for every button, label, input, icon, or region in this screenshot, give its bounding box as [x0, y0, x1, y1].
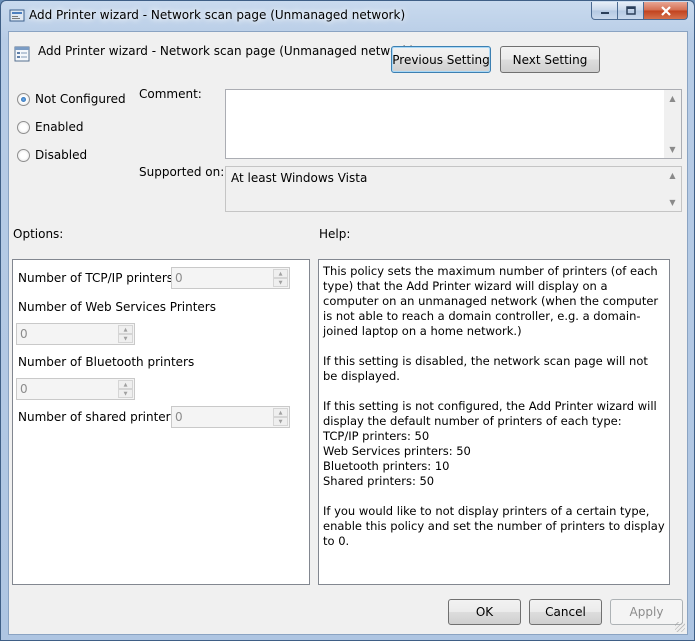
supported-scrollbar[interactable]: ▲ ▼: [664, 167, 681, 211]
options-heading: Options:: [13, 227, 64, 241]
cancel-button[interactable]: Cancel: [529, 599, 602, 625]
spin-up-icon[interactable]: ▲: [273, 408, 288, 417]
spinner-arrows[interactable]: ▲ ▼: [273, 408, 288, 426]
tcpip-value: 0: [175, 271, 183, 285]
radio-disabled[interactable]: Disabled: [17, 148, 87, 162]
shared-value: 0: [175, 410, 183, 424]
web-services-spinner[interactable]: 0 ▲ ▼: [16, 323, 135, 345]
bluetooth-spinner[interactable]: 0 ▲ ▼: [16, 378, 135, 400]
options-panel: Number of TCP/IP printers 0 ▲ ▼ Number of…: [12, 259, 310, 585]
help-paragraph: This policy sets the maximum number of p…: [323, 264, 659, 338]
scroll-down-icon[interactable]: ▼: [664, 194, 681, 211]
maximize-icon: [625, 6, 636, 15]
comment-field[interactable]: ▲ ▼: [225, 89, 682, 159]
minimize-icon: [600, 11, 609, 14]
minimize-button[interactable]: [591, 2, 618, 20]
shared-spinner[interactable]: 0 ▲ ▼: [171, 406, 290, 428]
comment-scrollbar[interactable]: ▲ ▼: [664, 90, 681, 158]
radio-enabled[interactable]: Enabled: [17, 120, 84, 134]
bluetooth-value: 0: [20, 382, 28, 396]
radio-not-configured[interactable]: Not Configured: [17, 92, 126, 106]
comment-label: Comment:: [139, 87, 202, 101]
dialog-window: Add Printer wizard - Network scan page (…: [0, 0, 695, 641]
spin-down-icon[interactable]: ▼: [273, 278, 288, 287]
spinner-arrows[interactable]: ▲ ▼: [118, 380, 133, 398]
radio-unselected-icon: [17, 120, 30, 134]
spin-down-icon[interactable]: ▼: [118, 389, 133, 398]
spin-down-icon[interactable]: ▼: [118, 334, 133, 343]
spin-up-icon[interactable]: ▲: [273, 269, 288, 278]
dialog-client-area: Add Printer wizard - Network scan page (…: [8, 31, 688, 635]
spinner-arrows[interactable]: ▲ ▼: [118, 325, 133, 343]
bluetooth-label: Number of Bluetooth printers: [18, 355, 195, 369]
close-button[interactable]: [644, 2, 688, 20]
apply-button[interactable]: Apply: [610, 599, 683, 625]
next-setting-button[interactable]: Next Setting: [500, 46, 600, 73]
scroll-up-icon[interactable]: ▲: [664, 167, 681, 184]
help-paragraph: If this setting is disabled, the network…: [323, 354, 648, 383]
help-paragraph: If you would like to not display printer…: [323, 504, 665, 548]
close-icon: [660, 5, 671, 16]
radio-selected-icon: [17, 92, 30, 106]
supported-on-value: At least Windows Vista: [231, 171, 368, 185]
radio-not-configured-label: Not Configured: [35, 92, 126, 106]
window-controls: [591, 2, 688, 20]
help-list-item: Web Services printers: 50: [323, 444, 471, 458]
setting-icon: [14, 46, 30, 62]
help-paragraph: If this setting is not configured, the A…: [323, 399, 657, 428]
ok-button[interactable]: OK: [448, 599, 521, 625]
radio-unselected-icon: [17, 148, 30, 162]
radio-disabled-label: Disabled: [35, 148, 88, 162]
spinner-arrows[interactable]: ▲ ▼: [273, 269, 288, 287]
supported-on-label: Supported on:: [139, 165, 225, 179]
web-services-label: Number of Web Services Printers: [18, 300, 216, 314]
shared-label: Number of shared printers: [18, 410, 177, 424]
scroll-up-icon[interactable]: ▲: [664, 90, 681, 107]
supported-on-field[interactable]: At least Windows Vista ▲ ▼: [225, 166, 682, 212]
spin-down-icon[interactable]: ▼: [273, 417, 288, 426]
help-heading: Help:: [319, 227, 351, 241]
previous-setting-button[interactable]: Previous Setting: [391, 46, 491, 73]
resize-grip[interactable]: [675, 622, 685, 632]
tcpip-spinner[interactable]: 0 ▲ ▼: [171, 267, 290, 289]
help-list-item: TCP/IP printers: 50: [323, 429, 430, 443]
spin-up-icon[interactable]: ▲: [118, 380, 133, 389]
help-list-item: Bluetooth printers: 10: [323, 459, 450, 473]
policy-editor-icon: [9, 9, 25, 22]
title-bar[interactable]: Add Printer wizard - Network scan page (…: [1, 1, 694, 31]
setting-title: Add Printer wizard - Network scan page (…: [38, 44, 415, 58]
scroll-down-icon[interactable]: ▼: [664, 141, 681, 158]
window-title: Add Printer wizard - Network scan page (…: [29, 8, 406, 22]
radio-enabled-label: Enabled: [35, 120, 84, 134]
spin-up-icon[interactable]: ▲: [118, 325, 133, 334]
maximize-button[interactable]: [618, 2, 644, 20]
web-services-value: 0: [20, 327, 28, 341]
help-panel: This policy sets the maximum number of p…: [318, 259, 670, 585]
help-list-item: Shared printers: 50: [323, 474, 435, 488]
tcpip-label: Number of TCP/IP printers: [18, 271, 174, 285]
